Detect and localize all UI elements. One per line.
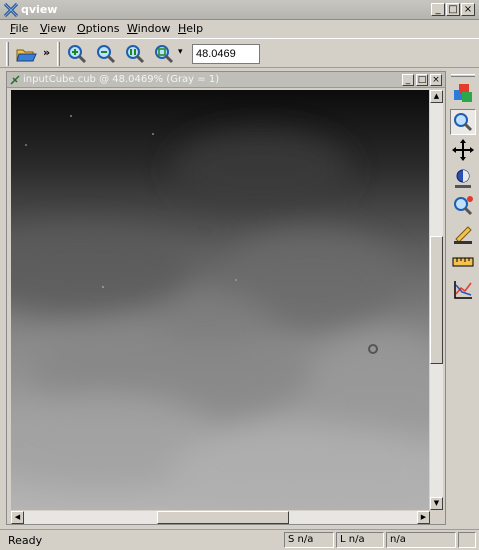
menu-view[interactable]: View <box>40 22 66 35</box>
app-titlebar: qview _ □ × <box>0 0 479 20</box>
tool-palette <box>448 71 479 525</box>
menu-file[interactable]: File <box>10 22 28 35</box>
band-select-tool-button[interactable] <box>450 80 476 106</box>
plot-tool-icon <box>454 281 472 299</box>
pan-tool-button[interactable] <box>450 137 476 163</box>
zoom-actual-icon <box>126 45 145 64</box>
viewport-title: inputCube.cub @ 48.0469% (Gray = 1) <box>23 74 220 85</box>
edit-tool-button[interactable] <box>450 221 476 247</box>
vertical-scrollbar[interactable]: ▲ ▼ <box>430 90 443 510</box>
zoom-fit-icon <box>155 45 174 64</box>
window-title: qview <box>21 3 58 16</box>
scroll-up-arrow-icon[interactable]: ▲ <box>430 90 443 103</box>
viewport-window-icon <box>10 75 20 85</box>
cube-viewport-titlebar: inputCube.cub @ 48.0469% (Gray = 1) _ □ … <box>7 72 445 88</box>
open-file-button[interactable] <box>14 43 38 65</box>
viewport-close-button[interactable]: × <box>430 74 442 86</box>
menu-options[interactable]: Options <box>77 22 119 35</box>
pan-tool-icon <box>452 139 474 161</box>
menu-window[interactable]: Window <box>127 22 170 35</box>
zoom-in-icon <box>68 45 87 64</box>
viewport-minimize-button[interactable]: _ <box>402 74 414 86</box>
viewport-maximize-button[interactable]: □ <box>416 74 428 86</box>
vertical-scroll-thumb[interactable] <box>430 236 443 364</box>
main-toolbar: » ▾ <box>0 38 479 68</box>
status-message: Ready <box>8 534 43 547</box>
zoom-fit-button[interactable] <box>151 43 175 65</box>
close-button[interactable]: × <box>461 3 475 16</box>
horizontal-scroll-thumb[interactable] <box>157 511 289 524</box>
measure-tool-button[interactable] <box>450 249 476 275</box>
qview-app-icon <box>4 3 18 17</box>
open-file-icon <box>16 49 37 62</box>
toolbar-grip-2[interactable] <box>57 42 60 66</box>
stretch-tool-icon <box>455 169 471 188</box>
status-sample: S n/a <box>284 532 334 548</box>
zoom-dropdown-arrow-icon[interactable]: ▾ <box>178 47 183 57</box>
horizontal-scrollbar[interactable]: ◀ ▶ <box>11 511 430 524</box>
scroll-down-arrow-icon[interactable]: ▼ <box>430 497 443 510</box>
find-tool-button[interactable] <box>450 193 476 219</box>
plot-tool-button[interactable] <box>450 277 476 303</box>
menu-bar: File View Options Window Help <box>0 20 479 37</box>
minimize-button[interactable]: _ <box>431 3 445 16</box>
maximize-button[interactable]: □ <box>446 3 460 16</box>
scroll-right-arrow-icon[interactable]: ▶ <box>417 511 430 524</box>
find-tool-icon <box>454 196 473 216</box>
cube-image-canvas[interactable] <box>11 90 429 510</box>
tool-palette-grip[interactable] <box>451 74 475 77</box>
edit-tool-icon <box>454 226 472 244</box>
status-bar: Ready S n/a L n/a n/a <box>0 529 479 550</box>
status-extra <box>458 532 476 548</box>
scroll-left-arrow-icon[interactable]: ◀ <box>11 511 24 524</box>
measure-tool-icon <box>452 257 474 267</box>
band-select-icon <box>454 84 472 102</box>
stretch-tool-button[interactable] <box>450 165 476 191</box>
zoom-out-icon <box>97 45 116 64</box>
status-line: L n/a <box>336 532 384 548</box>
zoom-tool-button[interactable] <box>450 109 476 135</box>
grayscale-cube-image <box>11 90 429 510</box>
toolbar-grip[interactable] <box>6 42 9 66</box>
zoom-percent-input[interactable] <box>192 44 260 64</box>
menu-help[interactable]: Help <box>178 22 203 35</box>
zoom-tool-icon <box>454 113 473 132</box>
cube-viewport-window: inputCube.cub @ 48.0469% (Gray = 1) _ □ … <box>6 71 446 525</box>
zoom-actual-button[interactable] <box>122 43 146 65</box>
zoom-out-button[interactable] <box>93 43 117 65</box>
status-value: n/a <box>386 532 456 548</box>
toolbar-overflow-button[interactable]: » <box>43 46 50 59</box>
zoom-in-button[interactable] <box>64 43 88 65</box>
